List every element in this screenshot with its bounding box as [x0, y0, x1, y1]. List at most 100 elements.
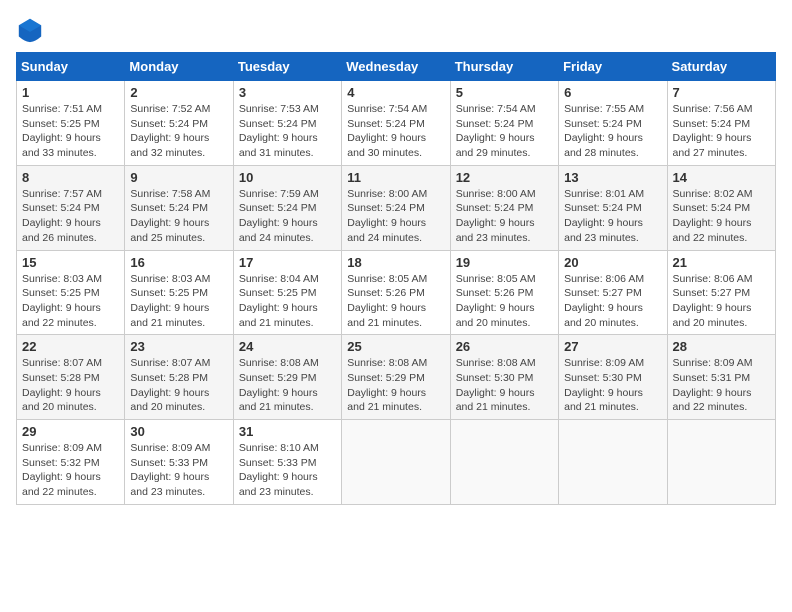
day-info: Sunrise: 8:08 AM Sunset: 5:29 PM Dayligh… [347, 356, 444, 415]
day-info: Sunrise: 8:08 AM Sunset: 5:29 PM Dayligh… [239, 356, 336, 415]
calendar-cell: 10 Sunrise: 7:59 AM Sunset: 5:24 PM Dayli… [233, 165, 341, 250]
calendar-cell: 27 Sunrise: 8:09 AM Sunset: 5:30 PM Dayli… [559, 335, 667, 420]
calendar-cell: 26Sunrise: 8:08 AM Sunset: 5:30 PM Dayli… [450, 335, 558, 420]
day-info: Sunrise: 7:58 AM Sunset: 5:24 PM Dayligh… [130, 187, 227, 246]
calendar-cell: 1Sunrise: 7:51 AM Sunset: 5:25 PM Daylig… [17, 81, 125, 166]
calendar-cell: 14 Sunrise: 8:02 AM Sunset: 5:24 PM Dayli… [667, 165, 775, 250]
calendar-header-sunday: Sunday [17, 53, 125, 81]
calendar-cell: 24 Sunrise: 8:08 AM Sunset: 5:29 PM Dayli… [233, 335, 341, 420]
logo-icon [16, 16, 44, 44]
calendar-cell: 2 Sunrise: 7:52 AM Sunset: 5:24 PM Daylig… [125, 81, 233, 166]
day-number: 8 [22, 170, 119, 185]
day-number: 16 [130, 255, 227, 270]
day-number: 9 [130, 170, 227, 185]
calendar-header-tuesday: Tuesday [233, 53, 341, 81]
day-info: Sunrise: 7:53 AM Sunset: 5:24 PM Dayligh… [239, 102, 336, 161]
day-number: 5 [456, 85, 553, 100]
day-number: 4 [347, 85, 444, 100]
day-number: 22 [22, 339, 119, 354]
calendar-header-wednesday: Wednesday [342, 53, 450, 81]
day-info: Sunrise: 8:02 AM Sunset: 5:24 PM Dayligh… [673, 187, 770, 246]
day-number: 14 [673, 170, 770, 185]
page-header [16, 16, 776, 44]
day-info: Sunrise: 8:05 AM Sunset: 5:26 PM Dayligh… [456, 272, 553, 331]
day-info: Sunrise: 8:04 AM Sunset: 5:25 PM Dayligh… [239, 272, 336, 331]
day-info: Sunrise: 8:00 AM Sunset: 5:24 PM Dayligh… [456, 187, 553, 246]
day-info: Sunrise: 7:56 AM Sunset: 5:24 PM Dayligh… [673, 102, 770, 161]
day-number: 21 [673, 255, 770, 270]
day-number: 31 [239, 424, 336, 439]
day-info: Sunrise: 8:09 AM Sunset: 5:30 PM Dayligh… [564, 356, 661, 415]
calendar-cell: 21 Sunrise: 8:06 AM Sunset: 5:27 PM Dayli… [667, 250, 775, 335]
day-number: 29 [22, 424, 119, 439]
calendar-cell: 29Sunrise: 8:09 AM Sunset: 5:32 PM Dayli… [17, 420, 125, 505]
day-info: Sunrise: 8:10 AM Sunset: 5:33 PM Dayligh… [239, 441, 336, 500]
day-info: Sunrise: 7:52 AM Sunset: 5:24 PM Dayligh… [130, 102, 227, 161]
calendar-cell: 3Sunrise: 7:53 AM Sunset: 5:24 PM Daylig… [233, 81, 341, 166]
calendar-cell: 12 Sunrise: 8:00 AM Sunset: 5:24 PM Dayli… [450, 165, 558, 250]
calendar-week-row: 1Sunrise: 7:51 AM Sunset: 5:25 PM Daylig… [17, 81, 776, 166]
calendar-cell: 31 Sunrise: 8:10 AM Sunset: 5:33 PM Dayli… [233, 420, 341, 505]
day-info: Sunrise: 8:05 AM Sunset: 5:26 PM Dayligh… [347, 272, 444, 331]
day-info: Sunrise: 8:07 AM Sunset: 5:28 PM Dayligh… [130, 356, 227, 415]
calendar-week-row: 29Sunrise: 8:09 AM Sunset: 5:32 PM Dayli… [17, 420, 776, 505]
calendar-header-row: SundayMondayTuesdayWednesdayThursdayFrid… [17, 53, 776, 81]
calendar-cell: 16 Sunrise: 8:03 AM Sunset: 5:25 PM Dayli… [125, 250, 233, 335]
calendar-cell: 11 Sunrise: 8:00 AM Sunset: 5:24 PM Dayli… [342, 165, 450, 250]
day-number: 13 [564, 170, 661, 185]
calendar-cell: 18Sunrise: 8:05 AM Sunset: 5:26 PM Dayli… [342, 250, 450, 335]
calendar-cell [342, 420, 450, 505]
calendar-cell: 7 Sunrise: 7:56 AM Sunset: 5:24 PM Daylig… [667, 81, 775, 166]
day-info: Sunrise: 7:57 AM Sunset: 5:24 PM Dayligh… [22, 187, 119, 246]
calendar-cell: 9 Sunrise: 7:58 AM Sunset: 5:24 PM Daylig… [125, 165, 233, 250]
day-info: Sunrise: 8:07 AM Sunset: 5:28 PM Dayligh… [22, 356, 119, 415]
day-info: Sunrise: 8:09 AM Sunset: 5:31 PM Dayligh… [673, 356, 770, 415]
day-number: 2 [130, 85, 227, 100]
day-info: Sunrise: 8:06 AM Sunset: 5:27 PM Dayligh… [673, 272, 770, 331]
calendar-week-row: 22 Sunrise: 8:07 AM Sunset: 5:28 PM Dayli… [17, 335, 776, 420]
day-number: 24 [239, 339, 336, 354]
day-number: 7 [673, 85, 770, 100]
day-info: Sunrise: 8:09 AM Sunset: 5:33 PM Dayligh… [130, 441, 227, 500]
day-number: 19 [456, 255, 553, 270]
day-info: Sunrise: 8:06 AM Sunset: 5:27 PM Dayligh… [564, 272, 661, 331]
calendar-cell: 6 Sunrise: 7:55 AM Sunset: 5:24 PM Daylig… [559, 81, 667, 166]
day-info: Sunrise: 7:54 AM Sunset: 5:24 PM Dayligh… [456, 102, 553, 161]
day-number: 15 [22, 255, 119, 270]
calendar-cell [667, 420, 775, 505]
calendar-cell: 15 Sunrise: 8:03 AM Sunset: 5:25 PM Dayli… [17, 250, 125, 335]
day-info: Sunrise: 8:01 AM Sunset: 5:24 PM Dayligh… [564, 187, 661, 246]
day-number: 12 [456, 170, 553, 185]
day-number: 10 [239, 170, 336, 185]
calendar-table: SundayMondayTuesdayWednesdayThursdayFrid… [16, 52, 776, 505]
logo [16, 16, 48, 44]
day-number: 6 [564, 85, 661, 100]
day-number: 27 [564, 339, 661, 354]
day-info: Sunrise: 7:59 AM Sunset: 5:24 PM Dayligh… [239, 187, 336, 246]
calendar-header-monday: Monday [125, 53, 233, 81]
day-info: Sunrise: 8:00 AM Sunset: 5:24 PM Dayligh… [347, 187, 444, 246]
day-number: 11 [347, 170, 444, 185]
calendar-cell: 13 Sunrise: 8:01 AM Sunset: 5:24 PM Dayli… [559, 165, 667, 250]
calendar-cell: 8 Sunrise: 7:57 AM Sunset: 5:24 PM Daylig… [17, 165, 125, 250]
calendar-cell: 5 Sunrise: 7:54 AM Sunset: 5:24 PM Daylig… [450, 81, 558, 166]
day-info: Sunrise: 8:03 AM Sunset: 5:25 PM Dayligh… [22, 272, 119, 331]
calendar-cell: 28 Sunrise: 8:09 AM Sunset: 5:31 PM Dayli… [667, 335, 775, 420]
day-info: Sunrise: 7:54 AM Sunset: 5:24 PM Dayligh… [347, 102, 444, 161]
day-number: 28 [673, 339, 770, 354]
calendar-cell [450, 420, 558, 505]
day-number: 1 [22, 85, 119, 100]
calendar-week-row: 8 Sunrise: 7:57 AM Sunset: 5:24 PM Daylig… [17, 165, 776, 250]
calendar-week-row: 15 Sunrise: 8:03 AM Sunset: 5:25 PM Dayli… [17, 250, 776, 335]
calendar-cell: 17 Sunrise: 8:04 AM Sunset: 5:25 PM Dayli… [233, 250, 341, 335]
calendar-cell: 25Sunrise: 8:08 AM Sunset: 5:29 PM Dayli… [342, 335, 450, 420]
calendar-cell: 4 Sunrise: 7:54 AM Sunset: 5:24 PM Daylig… [342, 81, 450, 166]
calendar-body: 1Sunrise: 7:51 AM Sunset: 5:25 PM Daylig… [17, 81, 776, 505]
calendar-cell: 22 Sunrise: 8:07 AM Sunset: 5:28 PM Dayli… [17, 335, 125, 420]
day-number: 20 [564, 255, 661, 270]
day-info: Sunrise: 7:55 AM Sunset: 5:24 PM Dayligh… [564, 102, 661, 161]
day-number: 17 [239, 255, 336, 270]
day-info: Sunrise: 8:03 AM Sunset: 5:25 PM Dayligh… [130, 272, 227, 331]
calendar-header-saturday: Saturday [667, 53, 775, 81]
day-info: Sunrise: 8:08 AM Sunset: 5:30 PM Dayligh… [456, 356, 553, 415]
